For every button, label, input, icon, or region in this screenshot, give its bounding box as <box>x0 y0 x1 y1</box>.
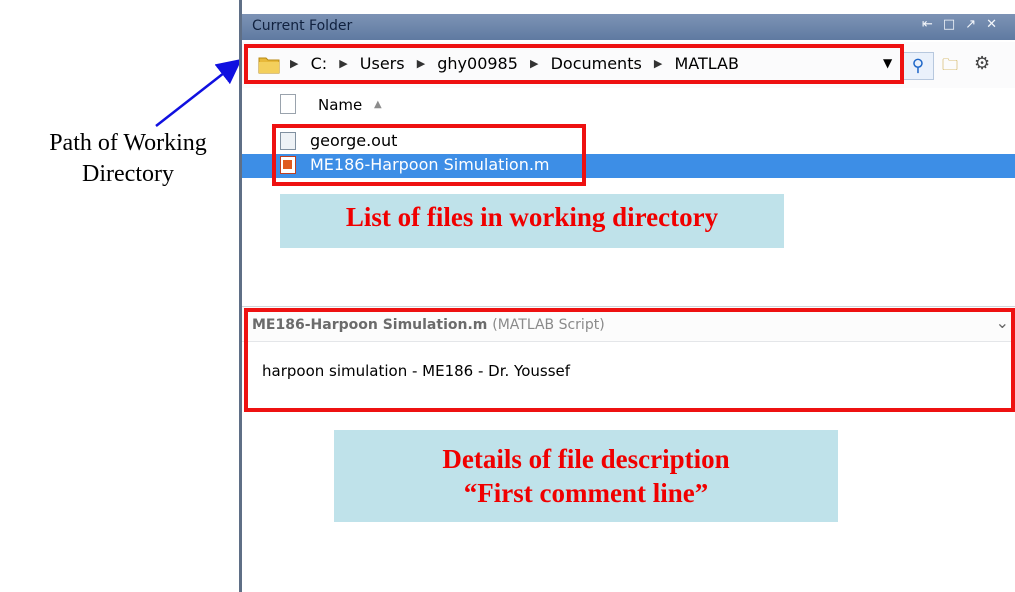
details-callout-line2: “First comment line” <box>463 478 709 508</box>
name-column-label[interactable]: Name <box>318 96 362 114</box>
minimize-icon[interactable]: ↗ <box>965 17 986 32</box>
close-icon[interactable]: ✕ <box>986 17 1007 32</box>
details-highlight-box <box>244 308 1015 412</box>
details-callout-label: Details of file description “First comme… <box>334 442 838 510</box>
window-controls[interactable]: ⇤□↗✕ <box>922 17 1007 32</box>
sort-ascending-icon: ▲ <box>374 99 382 110</box>
search-icon[interactable]: ⚲ <box>902 52 934 80</box>
column-header[interactable]: Name ▲ <box>242 88 1015 122</box>
gear-icon[interactable]: ⚙ <box>974 53 990 74</box>
path-highlight-box <box>244 44 904 84</box>
parent-folder-icon[interactable]: 🗀 <box>942 54 966 76</box>
file-type-icon <box>280 94 296 114</box>
maximize-icon[interactable]: □ <box>943 17 965 32</box>
panel-title: Current Folder <box>252 18 353 34</box>
files-callout-label: List of files in working directory <box>345 202 719 232</box>
panel-titlebar: Current Folder ⇤□↗✕ <box>242 14 1015 40</box>
undock-icon[interactable]: ⇤ <box>922 17 943 32</box>
details-callout-line1: Details of file description <box>442 444 730 474</box>
files-highlight-box <box>272 124 586 186</box>
